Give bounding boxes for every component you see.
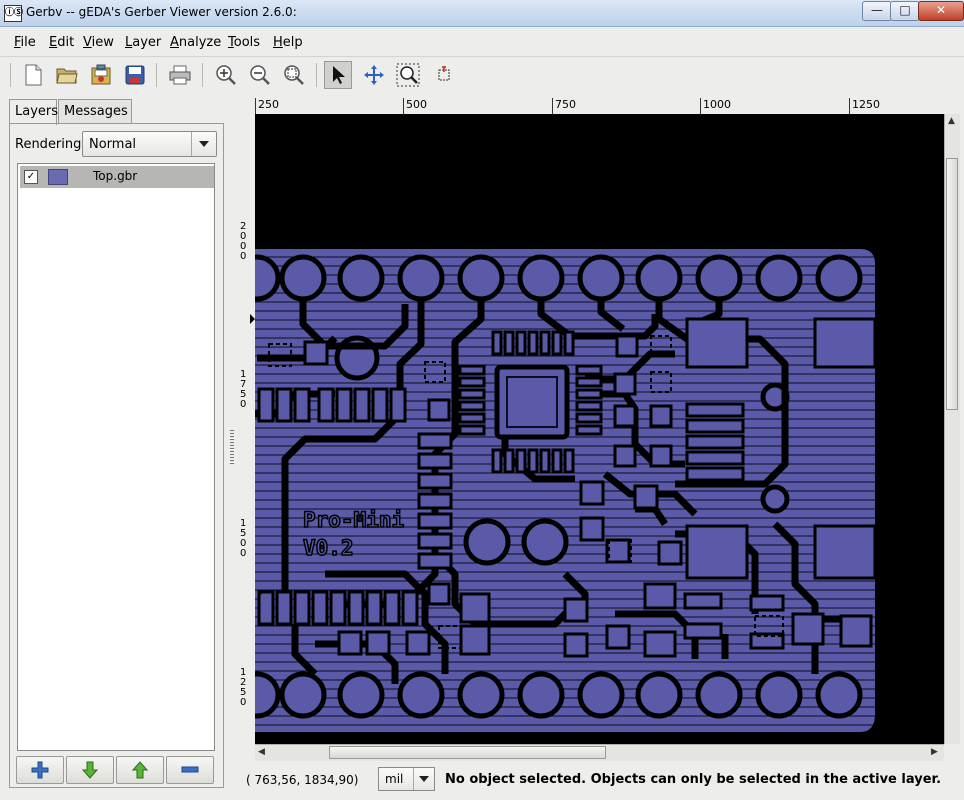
dropdown-arrow-icon	[413, 768, 434, 790]
print-icon	[169, 65, 191, 85]
title-bar: ⓘⓈ Gerbv -- gEDA's Gerber Viewer version…	[0, 0, 964, 27]
print-button[interactable]	[166, 61, 194, 89]
menu-edit[interactable]: Edit	[49, 35, 74, 50]
toolbar-grip	[10, 63, 11, 87]
zoom-fit-icon	[284, 65, 304, 85]
menu-analyze[interactable]: Analyze	[170, 35, 221, 50]
horizontal-scrollbar[interactable]: ◀ ▶	[255, 744, 944, 761]
tab-messages[interactable]: Messages	[58, 99, 132, 123]
layer-row[interactable]: ✓ Top.gbr	[20, 166, 214, 188]
menu-tools[interactable]: Tools	[228, 35, 260, 50]
revert-icon	[91, 64, 111, 85]
pointer-tool-icon	[333, 66, 345, 84]
zoom-fit-button[interactable]	[280, 61, 308, 89]
ruler-label: 1000	[703, 98, 731, 111]
zoom-tool-icon	[396, 63, 420, 87]
gerber-canvas[interactable]: Pro-Mini V0.2	[255, 114, 944, 744]
splitter-handle[interactable]	[230, 430, 234, 466]
board-silkscreen-text: Pro-Mini V0.2	[302, 506, 405, 562]
save-icon	[125, 65, 145, 85]
maximize-button[interactable]: □	[890, 1, 920, 21]
ruler-label: 250	[258, 98, 279, 111]
scroll-right-icon[interactable]: ▶	[931, 747, 938, 757]
board-text-line2: V0.2	[302, 535, 354, 561]
ruler-corner	[238, 98, 255, 114]
open-button[interactable]	[53, 61, 81, 89]
toolbar	[0, 56, 964, 93]
new-icon	[25, 64, 42, 86]
horizontal-scroll-thumb[interactable]	[329, 746, 606, 759]
tab-layers[interactable]: Layers	[9, 99, 58, 125]
minimize-icon: —	[871, 3, 883, 17]
toolbar-separator	[316, 63, 317, 87]
layer-visibility-checkbox[interactable]: ✓	[24, 170, 38, 184]
pointer-tool-button[interactable]	[324, 61, 352, 89]
window-title: Gerbv -- gEDA's Gerber Viewer version 2.…	[26, 5, 297, 19]
save-button[interactable]	[121, 61, 149, 89]
ruler-ticks	[255, 98, 850, 114]
unit-value: mil	[385, 772, 404, 786]
status-message: No object selected. Objects can only be …	[445, 772, 942, 787]
status-bar: ( 763,56, 1834,90) mil No object selecte…	[0, 764, 964, 794]
zoom-in-button[interactable]	[212, 61, 240, 89]
maximize-icon: □	[899, 3, 911, 17]
cursor-coordinates: ( 763,56, 1834,90)	[246, 773, 359, 787]
layer-color-swatch[interactable]	[48, 169, 68, 185]
new-button[interactable]	[19, 61, 47, 89]
app-icon: ⓘⓈ	[4, 5, 23, 22]
scroll-up-icon[interactable]: ▲	[948, 116, 955, 126]
pcb-drawing	[255, 249, 877, 732]
vertical-scroll-thumb[interactable]	[946, 158, 958, 410]
vertical-ruler: 2000 1750 1500 1250	[238, 114, 256, 744]
rendering-select[interactable]: Normal	[82, 131, 217, 157]
ruler-ticks	[250, 314, 255, 324]
zoom-tool-button[interactable]	[394, 61, 422, 89]
horizontal-ruler: 250 500 750 1000 1250	[255, 98, 944, 115]
pan-tool-button[interactable]	[360, 61, 388, 89]
zoom-in-icon	[216, 65, 236, 85]
revert-button[interactable]	[87, 61, 115, 89]
menu-file[interactable]: File	[14, 35, 36, 50]
dropdown-arrow-icon	[191, 132, 216, 156]
scroll-left-icon[interactable]: ◀	[258, 747, 265, 757]
unit-select[interactable]: mil	[378, 767, 435, 791]
pan-tool-icon	[364, 65, 384, 85]
rendering-value: Normal	[89, 137, 137, 152]
ruler-label: 500	[406, 98, 427, 111]
open-icon	[56, 68, 78, 84]
menu-help[interactable]: Help	[273, 35, 303, 50]
close-icon: ✕	[935, 3, 947, 17]
measure-tool-button[interactable]	[430, 61, 458, 89]
ruler-label: 750	[555, 98, 576, 111]
measure-tool-icon	[438, 66, 450, 81]
layer-name: Top.gbr	[93, 169, 138, 183]
menu-layer[interactable]: Layer	[125, 35, 161, 50]
vertical-scrollbar[interactable]: ▲	[944, 114, 960, 744]
close-button[interactable]: ✕	[918, 1, 964, 21]
toolbar-separator	[156, 63, 157, 87]
minimize-button[interactable]: —	[862, 1, 892, 21]
gerbv-window: ⓘⓈ Gerbv -- gEDA's Gerber Viewer version…	[0, 0, 964, 800]
ruler-label: 1250	[852, 98, 880, 111]
rendering-label: Rendering:	[15, 137, 86, 152]
toolbar-separator	[202, 63, 203, 87]
menu-view[interactable]: View	[83, 35, 114, 50]
layer-list: ✓ Top.gbr	[17, 163, 215, 751]
zoom-out-icon	[250, 65, 270, 85]
zoom-out-button[interactable]	[246, 61, 274, 89]
menu-bar: File Edit View Layer Analyze Tools Help	[0, 29, 964, 55]
board-text-line1: Pro-Mini	[302, 507, 405, 533]
